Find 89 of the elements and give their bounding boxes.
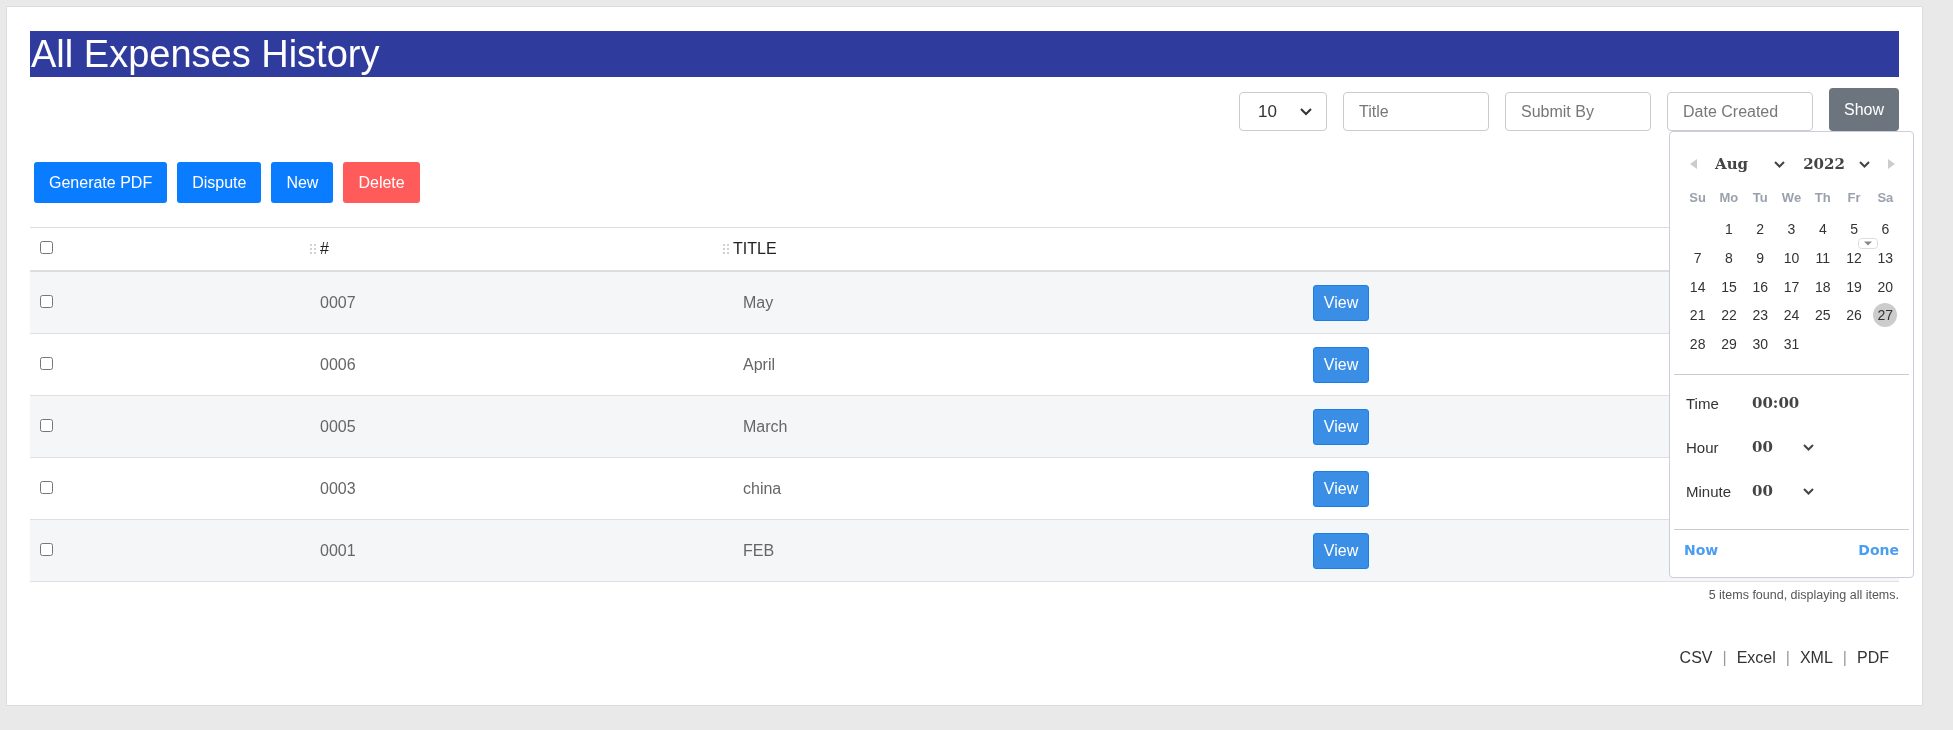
calendar-day[interactable]: 15 — [1716, 277, 1741, 296]
calendar-day[interactable]: 28 — [1685, 335, 1710, 354]
weekday-label: Mo — [1718, 190, 1740, 205]
expense-number: 0005 — [320, 417, 356, 436]
calendar-day[interactable]: 26 — [1842, 306, 1867, 325]
items-summary: 5 items found, displaying all items. — [1707, 588, 1899, 602]
calendar-day[interactable]: 29 — [1716, 335, 1741, 354]
minute-select[interactable]: 00 — [1752, 482, 1814, 501]
calendar-day[interactable]: 19 — [1842, 277, 1867, 296]
expense-title: March — [743, 417, 788, 436]
weekday-label: Su — [1688, 190, 1707, 205]
calendar-day[interactable]: 27 — [1873, 303, 1898, 328]
chevron-down-icon — [1802, 443, 1814, 451]
calendar-day[interactable]: 4 — [1810, 220, 1835, 239]
calendar-day[interactable]: 17 — [1779, 277, 1804, 296]
calendar-day[interactable]: 20 — [1873, 277, 1898, 296]
calendar-day[interactable]: 11 — [1810, 249, 1835, 268]
action-button[interactable]: Dispute — [177, 162, 262, 203]
weekday-label: Fr — [1846, 190, 1862, 205]
calendar-day[interactable]: 18 — [1810, 277, 1835, 296]
calendar-day[interactable]: 10 — [1779, 249, 1804, 268]
weekday-label: Tu — [1751, 190, 1769, 205]
separator-text: | — [1722, 649, 1727, 667]
weekday-label: Sa — [1876, 190, 1895, 205]
expense-number: 0001 — [320, 541, 356, 560]
year-select[interactable]: 2022 — [1803, 155, 1870, 173]
month-select[interactable]: Aug — [1715, 155, 1786, 173]
row-checkbox[interactable] — [40, 294, 53, 308]
row-checkbox[interactable] — [40, 542, 53, 556]
calendar-day[interactable]: 2 — [1748, 220, 1773, 239]
expense-number: 0003 — [320, 479, 356, 498]
date-created-field[interactable]: Date Created — [1667, 92, 1813, 131]
row-checkbox[interactable] — [40, 356, 53, 370]
minute-label: Minute — [1686, 482, 1733, 500]
expense-title: china — [743, 479, 782, 498]
column-header[interactable]: TITLE — [733, 240, 777, 258]
chevron-down-icon — [1774, 160, 1786, 168]
weekday-label: Th — [1813, 190, 1832, 205]
action-button[interactable]: Generate PDF — [34, 162, 168, 203]
calendar-day[interactable]: 31 — [1779, 335, 1804, 354]
time-value: 00:00 — [1752, 394, 1800, 413]
separator-text: | — [1785, 649, 1790, 667]
calendar-day[interactable]: 8 — [1716, 249, 1741, 268]
title-filter-field[interactable]: Title — [1343, 92, 1489, 131]
page-size-select[interactable]: 10 — [1239, 92, 1327, 131]
export-link[interactable]: XML — [1799, 649, 1833, 667]
select-all-checkbox[interactable] — [40, 241, 53, 254]
calendar-day[interactable]: 13 — [1873, 249, 1898, 268]
weekday-label: We — [1780, 190, 1803, 205]
time-label: Time — [1686, 394, 1720, 412]
export-link[interactable]: CSV — [1679, 649, 1713, 667]
calendar-day[interactable]: 9 — [1748, 249, 1773, 268]
chevron-down-icon — [1300, 107, 1312, 116]
hour-label: Hour — [1686, 438, 1720, 456]
calendar-day[interactable]: 24 — [1779, 306, 1804, 325]
calendar-day[interactable]: 23 — [1748, 306, 1773, 325]
page-title: All Expenses History — [30, 31, 1899, 77]
export-link[interactable]: PDF — [1857, 649, 1889, 667]
calendar-day[interactable]: 6 — [1873, 220, 1898, 239]
drag-handle-icon[interactable] — [723, 244, 729, 254]
action-button[interactable]: New — [271, 162, 334, 203]
export-link[interactable]: Excel — [1736, 649, 1776, 667]
row-checkbox[interactable] — [40, 418, 53, 432]
calendar-day[interactable]: 1 — [1716, 220, 1741, 239]
separator-text: | — [1842, 649, 1847, 667]
column-header[interactable]: # — [320, 240, 329, 258]
show-button[interactable]: Show — [1829, 88, 1899, 131]
submit-by-filter-field[interactable]: Submit By — [1505, 92, 1651, 131]
calendar-day[interactable]: 30 — [1748, 335, 1773, 354]
caret-down-icon[interactable] — [1858, 238, 1878, 249]
expense-title: FEB — [743, 541, 775, 560]
calendar-day[interactable]: 12 — [1842, 249, 1867, 268]
calendar-day[interactable]: 3 — [1779, 220, 1804, 239]
hour-select[interactable]: 00 — [1752, 438, 1814, 457]
calendar-day[interactable]: 7 — [1685, 249, 1710, 268]
expense-number: 0006 — [320, 355, 356, 374]
calendar-day[interactable]: 5 — [1842, 220, 1867, 239]
row-checkbox[interactable] — [40, 480, 53, 494]
calendar-day[interactable]: 25 — [1810, 306, 1835, 325]
chevron-down-icon — [1858, 160, 1870, 168]
drag-handle-icon[interactable] — [310, 244, 316, 254]
chevron-down-icon — [1802, 487, 1814, 495]
calendar-day[interactable]: 21 — [1685, 306, 1710, 325]
calendar-day[interactable]: 16 — [1748, 277, 1773, 296]
expense-number: 0007 — [320, 293, 356, 312]
expense-title: April — [743, 355, 775, 374]
expense-title: May — [743, 293, 774, 312]
calendar-day[interactable]: 14 — [1685, 277, 1710, 296]
calendar-day[interactable]: 22 — [1716, 306, 1741, 325]
